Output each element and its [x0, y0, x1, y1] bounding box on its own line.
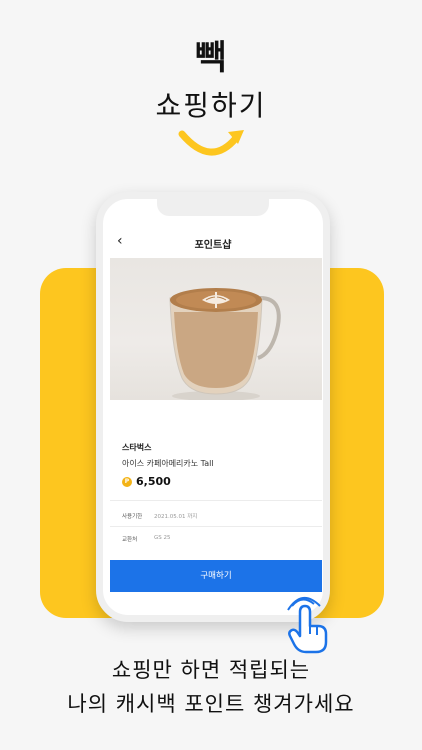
divider [110, 526, 322, 527]
expiry-value: 2021.05.01 까지 [154, 514, 198, 520]
tap-hand-icon [287, 597, 328, 654]
hero-title: 빽 [194, 38, 228, 78]
divider [110, 500, 322, 501]
product-name: 아이스 카페아메리카노 Tall [122, 459, 214, 468]
point-coin-icon: P [122, 476, 132, 487]
nav-bar: ‹ 포인트샵 [103, 233, 323, 255]
caption-line-2: 나의 캐시백 포인트 챙겨가세요 [67, 692, 355, 716]
buy-button[interactable]: 구매하기 [110, 560, 322, 592]
product-info: 스타벅스 아이스 카페아메리카노 Tall P 6,500 [122, 442, 214, 488]
brand-name: 스타벅스 [122, 443, 152, 452]
exchange-value: GS 25 [154, 535, 171, 541]
phone-mockup: ‹ 포인트샵 스타벅스 아이스 카페아메리카노 Tall P 6,500 사용기… [96, 192, 330, 622]
price-row: P 6,500 [122, 475, 214, 488]
expiry-label: 사용기한 [122, 514, 143, 520]
phone-notch [157, 199, 269, 216]
caption-line-1: 쇼핑만 하면 적립되는 [111, 658, 311, 682]
price: 6,500 [136, 475, 171, 488]
coffee-cup-illustration [169, 288, 281, 401]
smile-arrow-icon [178, 130, 244, 156]
product-image [110, 258, 322, 401]
page-title: 포인트샵 [194, 240, 232, 251]
exchange-label: 교환처 [122, 537, 138, 543]
hero-subtitle: 쇼핑하기 [155, 89, 267, 122]
